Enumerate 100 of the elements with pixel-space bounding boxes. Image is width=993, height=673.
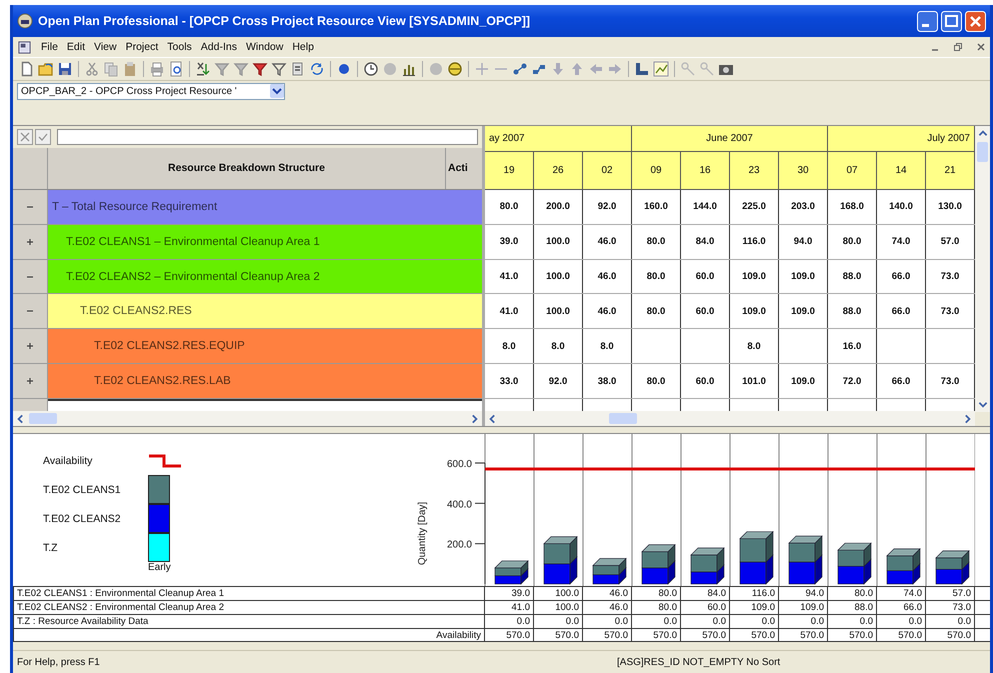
table-cell: 60.0 <box>696 306 714 317</box>
scroll-thumb[interactable] <box>977 142 988 162</box>
menu-item[interactable]: View <box>94 41 117 53</box>
bar <box>494 568 528 585</box>
scroll-thumb[interactable] <box>608 413 636 424</box>
restore-icon[interactable] <box>953 42 963 52</box>
maximize-button[interactable] <box>941 10 962 32</box>
table-cell: 0.0 <box>712 616 726 627</box>
refresh-icon[interactable] <box>309 61 325 77</box>
table-cell: 88.0 <box>854 602 873 613</box>
menu-item[interactable]: Project <box>126 41 158 53</box>
minimize-button[interactable] <box>917 10 938 32</box>
table-cell: 60.0 <box>696 376 714 387</box>
folder-icon[interactable] <box>38 61 54 77</box>
table-cell: 570.0 <box>506 630 530 640</box>
document-icon[interactable] <box>17 40 32 54</box>
table-cell: 80.0 <box>500 201 518 212</box>
tree-row[interactable]: T.E02 CLEANS2.RES.EQUIP <box>48 329 482 364</box>
table-cell: 80.0 <box>646 376 666 387</box>
menu-item[interactable]: Tools <box>167 41 192 53</box>
table-cell: 140.0 <box>889 201 913 212</box>
table-cell: 88.0 <box>842 271 862 282</box>
table-cell: 116.0 <box>742 236 766 248</box>
table-row-label: T.E02 CLEANS1 : Environmental Cleanup Area 1 <box>17 588 224 599</box>
table-cell: 60.0 <box>696 271 714 282</box>
bar <box>838 558 872 585</box>
table-cell: 16.0 <box>842 340 862 352</box>
table-cell: 46.0 <box>610 602 628 613</box>
ball-icon[interactable] <box>447 61 463 77</box>
bar <box>788 554 822 585</box>
chart-icon[interactable] <box>653 61 669 77</box>
app-icon <box>17 13 33 29</box>
check-icon[interactable] <box>35 128 51 145</box>
horizontal-scrollbar[interactable] <box>13 411 482 426</box>
table-cell: 72.0 <box>842 376 862 387</box>
expand-icon[interactable] <box>26 377 34 386</box>
view-dropdown[interactable]: OPCP_BAR_2 - OPCP Cross Project Resource ' <box>17 82 285 100</box>
link-icon[interactable] <box>512 61 528 77</box>
tree-row[interactable]: T – Total Resource Requirement <box>48 190 482 224</box>
vertical-scrollbar[interactable] <box>975 126 990 426</box>
axis-tick-label: 600.0 <box>446 459 472 470</box>
table-cell: 130.0 <box>938 201 962 212</box>
week-header: 23 <box>730 152 779 189</box>
menu-item[interactable]: File <box>41 41 58 53</box>
table-cell: 100.0 <box>546 271 570 282</box>
scroll-thumb[interactable] <box>29 413 57 424</box>
tree-row[interactable]: T.E02 CLEANS2 – Environmental Cleanup Area 2 <box>48 260 482 294</box>
week-header: 26 <box>534 152 583 189</box>
close-button[interactable] <box>965 10 986 32</box>
menu-item[interactable]: Window <box>246 41 284 53</box>
table-cell: 80.0 <box>842 236 862 248</box>
expand-icon[interactable] <box>26 342 34 350</box>
table-cell: 92.0 <box>548 376 568 387</box>
menu-item[interactable]: Help <box>292 41 314 53</box>
table-cell: 109.0 <box>791 306 815 317</box>
table-cell: 109.0 <box>791 376 815 387</box>
chevron-down-icon[interactable] <box>270 84 284 98</box>
table-cell: 100.0 <box>555 602 579 613</box>
column-header[interactable]: Resource Breakdown Structure <box>47 148 445 189</box>
bar <box>544 556 578 585</box>
cancel-icon[interactable] <box>17 128 33 145</box>
axis-tick-label: 200.0 <box>446 540 472 551</box>
legend-label: Availability <box>43 454 94 468</box>
scissors-icon[interactable] <box>84 61 100 77</box>
table-cell: 74.0 <box>904 588 922 599</box>
bar <box>788 535 823 563</box>
horizontal-scrollbar[interactable] <box>485 411 975 426</box>
new-file-icon[interactable] <box>19 61 35 77</box>
week-header: 14 <box>877 152 926 189</box>
row-header[interactable] <box>13 399 48 412</box>
tree-row[interactable]: T.E02 CLEANS2.RES.LAB <box>48 364 482 398</box>
table-cell: 80.0 <box>658 602 677 613</box>
print-preview-icon[interactable] <box>168 61 184 77</box>
menu-item[interactable]: Add-Ins <box>200 41 237 53</box>
bar <box>642 560 676 585</box>
close-icon[interactable] <box>976 42 986 52</box>
print-icon[interactable] <box>149 61 165 77</box>
table-cell: 41.0 <box>500 271 518 282</box>
tree-row[interactable]: T.E02 CLEANS1 – Environmental Cleanup Area 1 <box>48 224 482 259</box>
table-cell: 84.0 <box>708 588 726 599</box>
column-header[interactable]: Acti <box>445 148 482 189</box>
table-cell: 570.0 <box>751 630 775 640</box>
table-cell: 57.0 <box>940 236 960 248</box>
table-cell: 39.0 <box>500 236 518 248</box>
tree-row[interactable]: T.E02 CLEANS2.RES <box>48 294 482 328</box>
menu-item[interactable]: Edit <box>66 41 86 53</box>
funnel-icon[interactable] <box>252 61 268 77</box>
save-icon[interactable] <box>57 61 73 77</box>
clock-icon[interactable] <box>363 61 379 77</box>
table-cell: 80.0 <box>646 271 666 282</box>
funnel-icon[interactable] <box>271 61 287 77</box>
expand-icon[interactable] <box>26 238 34 246</box>
table-cell: 46.0 <box>598 306 616 317</box>
sort-icon[interactable] <box>195 61 211 77</box>
table-cell: 8.0 <box>502 340 516 352</box>
table-cell: 46.0 <box>598 271 616 282</box>
table-cell: 109.0 <box>751 602 775 613</box>
bar <box>543 536 578 565</box>
table-cell: 200.0 <box>546 201 570 212</box>
input-field[interactable] <box>57 128 478 145</box>
